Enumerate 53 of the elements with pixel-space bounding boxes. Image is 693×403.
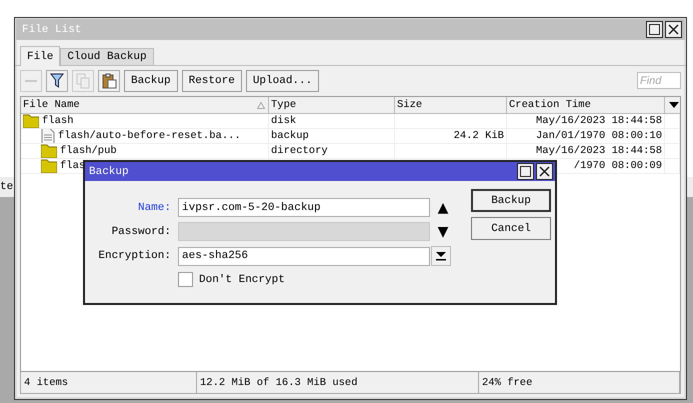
file-size: 24.2 KiB (454, 130, 504, 142)
maximize-button[interactable] (646, 21, 663, 38)
checkbox-label: Don't Encrypt (199, 274, 285, 286)
field-label: Name: (138, 202, 171, 214)
copy-icon (76, 72, 90, 88)
column-header[interactable]: Size (397, 99, 422, 111)
background-text: te (0, 181, 14, 193)
folder-icon (41, 159, 57, 173)
column-header[interactable]: Type (271, 99, 296, 111)
close-button[interactable] (665, 21, 682, 38)
creation-time: /1970 08:00:09 (574, 160, 662, 172)
field-label: Encryption: (98, 250, 171, 262)
input-field[interactable]: ivpsr.com-5-20-backup (178, 198, 430, 217)
dialog-button[interactable]: Backup (471, 189, 551, 212)
filter-button[interactable] (46, 70, 68, 92)
tab[interactable]: Cloud Backup (60, 48, 154, 65)
file-type: directory (271, 145, 328, 157)
find-field[interactable]: Find (637, 72, 681, 89)
file-type: backup (271, 130, 309, 142)
file-type: disk (271, 115, 296, 127)
sort-icon (257, 102, 265, 108)
close-icon (668, 24, 679, 35)
dialog-button[interactable]: Cancel (471, 217, 551, 240)
toolbar-button[interactable]: Restore (182, 70, 242, 92)
clipboard-icon (102, 72, 116, 88)
maximize-icon (520, 166, 531, 177)
encryption-dropdown[interactable]: aes-sha256 (178, 246, 430, 266)
filter-icon (50, 72, 64, 88)
maximize-button[interactable] (517, 163, 534, 180)
creation-time: May/16/2023 18:44:58 (536, 115, 662, 127)
file-name: flash/auto-before-reset.ba... (58, 130, 241, 142)
creation-time: May/16/2023 18:44:58 (536, 145, 662, 157)
column-header[interactable]: Creation Time (509, 99, 591, 111)
field-label: Password: (112, 226, 171, 238)
folder-icon (41, 144, 57, 158)
file-name: flash/pub (60, 145, 117, 157)
toolbar-button[interactable]: Upload... (246, 70, 320, 92)
column-header[interactable]: File Name (23, 99, 80, 111)
arrow-button[interactable]: ▲ (433, 200, 453, 216)
dropdown-icon[interactable] (431, 246, 451, 266)
file-name: flash (42, 115, 74, 127)
creation-time: Jan/01/1970 08:00:10 (536, 130, 662, 142)
maximize-icon (649, 24, 660, 35)
minus-icon (25, 80, 37, 82)
toolbar-button[interactable]: Backup (124, 70, 178, 92)
dialog-title: Backup (89, 166, 130, 178)
close-button[interactable] (536, 163, 553, 180)
window-title: File List (22, 24, 82, 36)
checkbox[interactable] (178, 272, 193, 287)
paste-button[interactable] (98, 70, 120, 92)
tab[interactable]: File (20, 46, 60, 66)
dropdown-icon[interactable] (668, 102, 678, 108)
close-icon (539, 166, 550, 177)
